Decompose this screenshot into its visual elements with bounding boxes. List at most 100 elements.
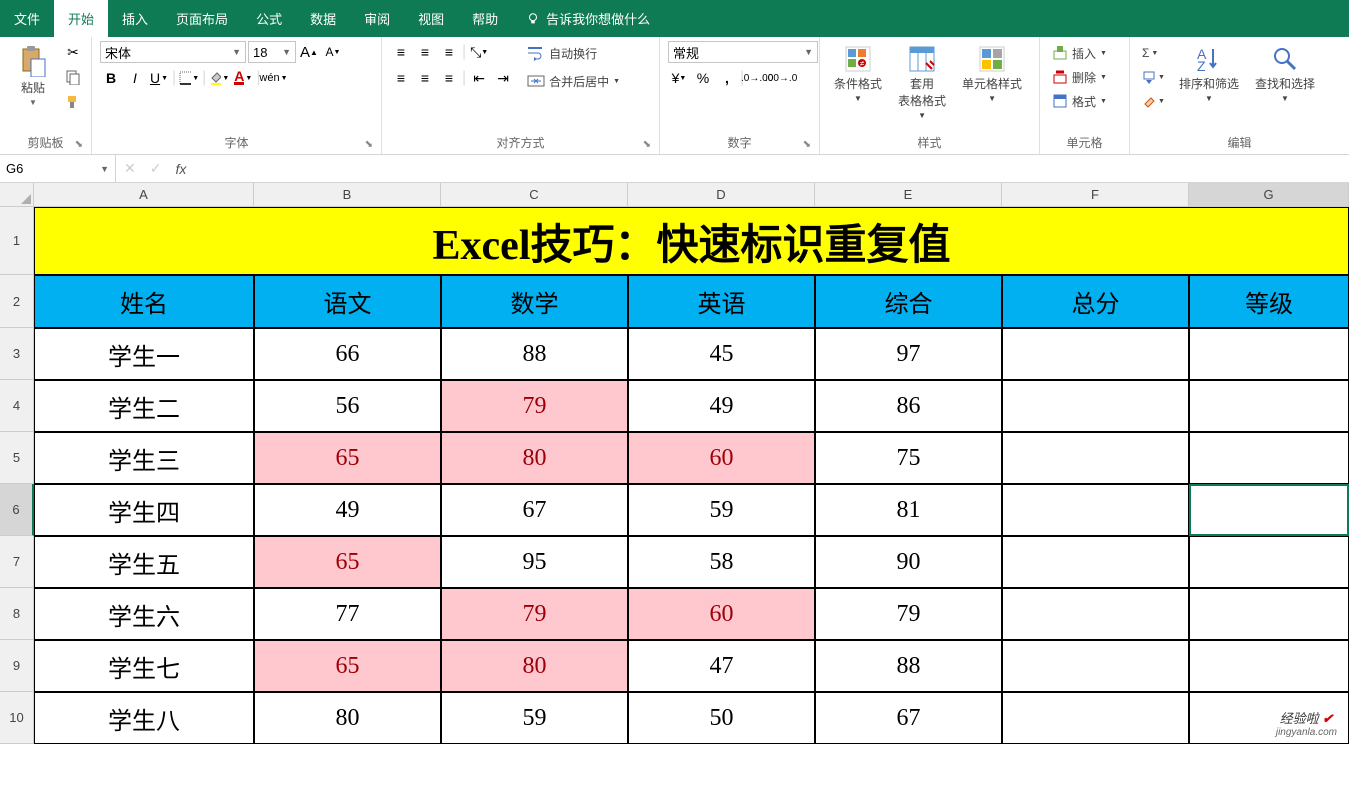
data-cell[interactable]: 65	[254, 432, 441, 484]
align-right-button[interactable]: ≡	[438, 67, 460, 89]
row-header-4[interactable]: 4	[0, 380, 34, 432]
tab-data[interactable]: 数据	[296, 0, 350, 37]
font-name-combo[interactable]: 宋体▼	[100, 41, 246, 63]
tab-home[interactable]: 开始	[54, 0, 108, 37]
col-header-C[interactable]: C	[441, 183, 628, 207]
font-color-button[interactable]: A▼	[232, 67, 254, 89]
data-cell[interactable]	[1189, 536, 1349, 588]
format-painter-button[interactable]	[62, 91, 84, 113]
data-cell[interactable]	[1189, 484, 1349, 536]
data-cell[interactable]: 学生一	[34, 328, 254, 380]
tab-pagelayout[interactable]: 页面布局	[162, 0, 242, 37]
underline-button[interactable]: U▼	[148, 67, 170, 89]
data-cell[interactable]: 80	[441, 640, 628, 692]
italic-button[interactable]: I	[124, 67, 146, 89]
clipboard-launcher[interactable]: ⬊	[75, 139, 83, 150]
header-cell[interactable]: 总分	[1002, 275, 1189, 328]
increase-font-button[interactable]: A▲	[298, 41, 320, 63]
cut-button[interactable]: ✂	[62, 41, 84, 63]
row-header-10[interactable]: 10	[0, 692, 34, 744]
row-header-2[interactable]: 2	[0, 275, 34, 328]
data-cell[interactable]	[1189, 328, 1349, 380]
number-launcher[interactable]: ⬊	[803, 139, 811, 150]
autosum-button[interactable]: Σ ▼	[1138, 44, 1169, 62]
name-box[interactable]: G6▼	[0, 155, 116, 182]
align-center-button[interactable]: ≡	[414, 67, 436, 89]
data-cell[interactable]: 60	[628, 588, 815, 640]
align-bottom-button[interactable]: ≡	[438, 41, 460, 63]
data-cell[interactable]	[1189, 380, 1349, 432]
data-cell[interactable]: 79	[441, 380, 628, 432]
fill-color-button[interactable]: ▼	[208, 67, 230, 89]
header-cell[interactable]: 等级	[1189, 275, 1349, 328]
font-size-combo[interactable]: 18▼	[248, 41, 296, 63]
data-cell[interactable]: 学生七	[34, 640, 254, 692]
header-cell[interactable]: 英语	[628, 275, 815, 328]
data-cell[interactable]: 95	[441, 536, 628, 588]
tab-file[interactable]: 文件	[0, 0, 54, 37]
col-header-G[interactable]: G	[1189, 183, 1349, 207]
data-cell[interactable]: 80	[254, 692, 441, 744]
data-cell[interactable]	[1002, 328, 1189, 380]
data-cell[interactable]: 47	[628, 640, 815, 692]
sort-filter-button[interactable]: AZ 排序和筛选 ▼	[1173, 41, 1245, 107]
row-header-1[interactable]: 1	[0, 207, 34, 275]
row-header-9[interactable]: 9	[0, 640, 34, 692]
data-cell[interactable]: 65	[254, 536, 441, 588]
enter-formula-button[interactable]: ✓	[150, 160, 162, 177]
decrease-font-button[interactable]: A▼	[322, 41, 344, 63]
data-cell[interactable]: 81	[815, 484, 1002, 536]
cell-styles-button[interactable]: 单元格样式 ▼	[956, 41, 1028, 107]
insert-cells-button[interactable]: 插入▼	[1048, 43, 1111, 64]
accounting-button[interactable]: ¥▼	[668, 67, 690, 89]
merge-center-button[interactable]: 合并后居中 ▼	[522, 69, 625, 93]
tab-insert[interactable]: 插入	[108, 0, 162, 37]
data-cell[interactable]: 学生三	[34, 432, 254, 484]
data-cell[interactable]	[1002, 484, 1189, 536]
font-launcher[interactable]: ⬊	[365, 139, 373, 150]
tell-me[interactable]: 告诉我你想做什么	[512, 0, 664, 37]
align-top-button[interactable]: ≡	[390, 41, 412, 63]
wrap-text-button[interactable]: 自动换行	[522, 41, 625, 65]
data-cell[interactable]: 79	[441, 588, 628, 640]
data-cell[interactable]	[1189, 432, 1349, 484]
border-button[interactable]: ▼	[178, 67, 200, 89]
data-cell[interactable]: 56	[254, 380, 441, 432]
data-cell[interactable]	[1002, 380, 1189, 432]
data-cell[interactable]: 49	[628, 380, 815, 432]
row-header-3[interactable]: 3	[0, 328, 34, 380]
paste-button[interactable]: 粘贴 ▼	[8, 41, 58, 111]
increase-indent-button[interactable]: ⇥	[492, 67, 514, 89]
data-cell[interactable]: 50	[628, 692, 815, 744]
data-cell[interactable]: 60	[628, 432, 815, 484]
tab-view[interactable]: 视图	[404, 0, 458, 37]
data-cell[interactable]: 学生六	[34, 588, 254, 640]
format-table-button[interactable]: 套用 表格格式 ▼	[892, 41, 952, 124]
tab-review[interactable]: 审阅	[350, 0, 404, 37]
data-cell[interactable]: 65	[254, 640, 441, 692]
delete-cells-button[interactable]: 删除▼	[1048, 67, 1111, 88]
formula-input[interactable]	[194, 155, 1349, 182]
tab-formulas[interactable]: 公式	[242, 0, 296, 37]
col-header-D[interactable]: D	[628, 183, 815, 207]
decrease-indent-button[interactable]: ⇤	[468, 67, 490, 89]
clear-button[interactable]: ▼	[1138, 92, 1169, 110]
align-left-button[interactable]: ≡	[390, 67, 412, 89]
number-format-combo[interactable]: 常规▼	[668, 41, 818, 63]
data-cell[interactable]: 49	[254, 484, 441, 536]
row-header-6[interactable]: 6	[0, 484, 34, 536]
fill-button[interactable]: ▼	[1138, 68, 1169, 86]
select-all-corner[interactable]	[0, 183, 34, 207]
find-select-button[interactable]: 查找和选择 ▼	[1249, 41, 1321, 107]
comma-button[interactable]: ,	[716, 67, 738, 89]
data-cell[interactable]: 77	[254, 588, 441, 640]
title-cell[interactable]: Excel技巧：快速标识重复值	[34, 207, 1349, 275]
data-cell[interactable]: 67	[815, 692, 1002, 744]
row-header-8[interactable]: 8	[0, 588, 34, 640]
data-cell[interactable]	[1189, 640, 1349, 692]
data-cell[interactable]	[1189, 588, 1349, 640]
data-cell[interactable]: 45	[628, 328, 815, 380]
phonetic-button[interactable]: wén▼	[262, 67, 284, 89]
percent-button[interactable]: %	[692, 67, 714, 89]
data-cell[interactable]: 学生五	[34, 536, 254, 588]
